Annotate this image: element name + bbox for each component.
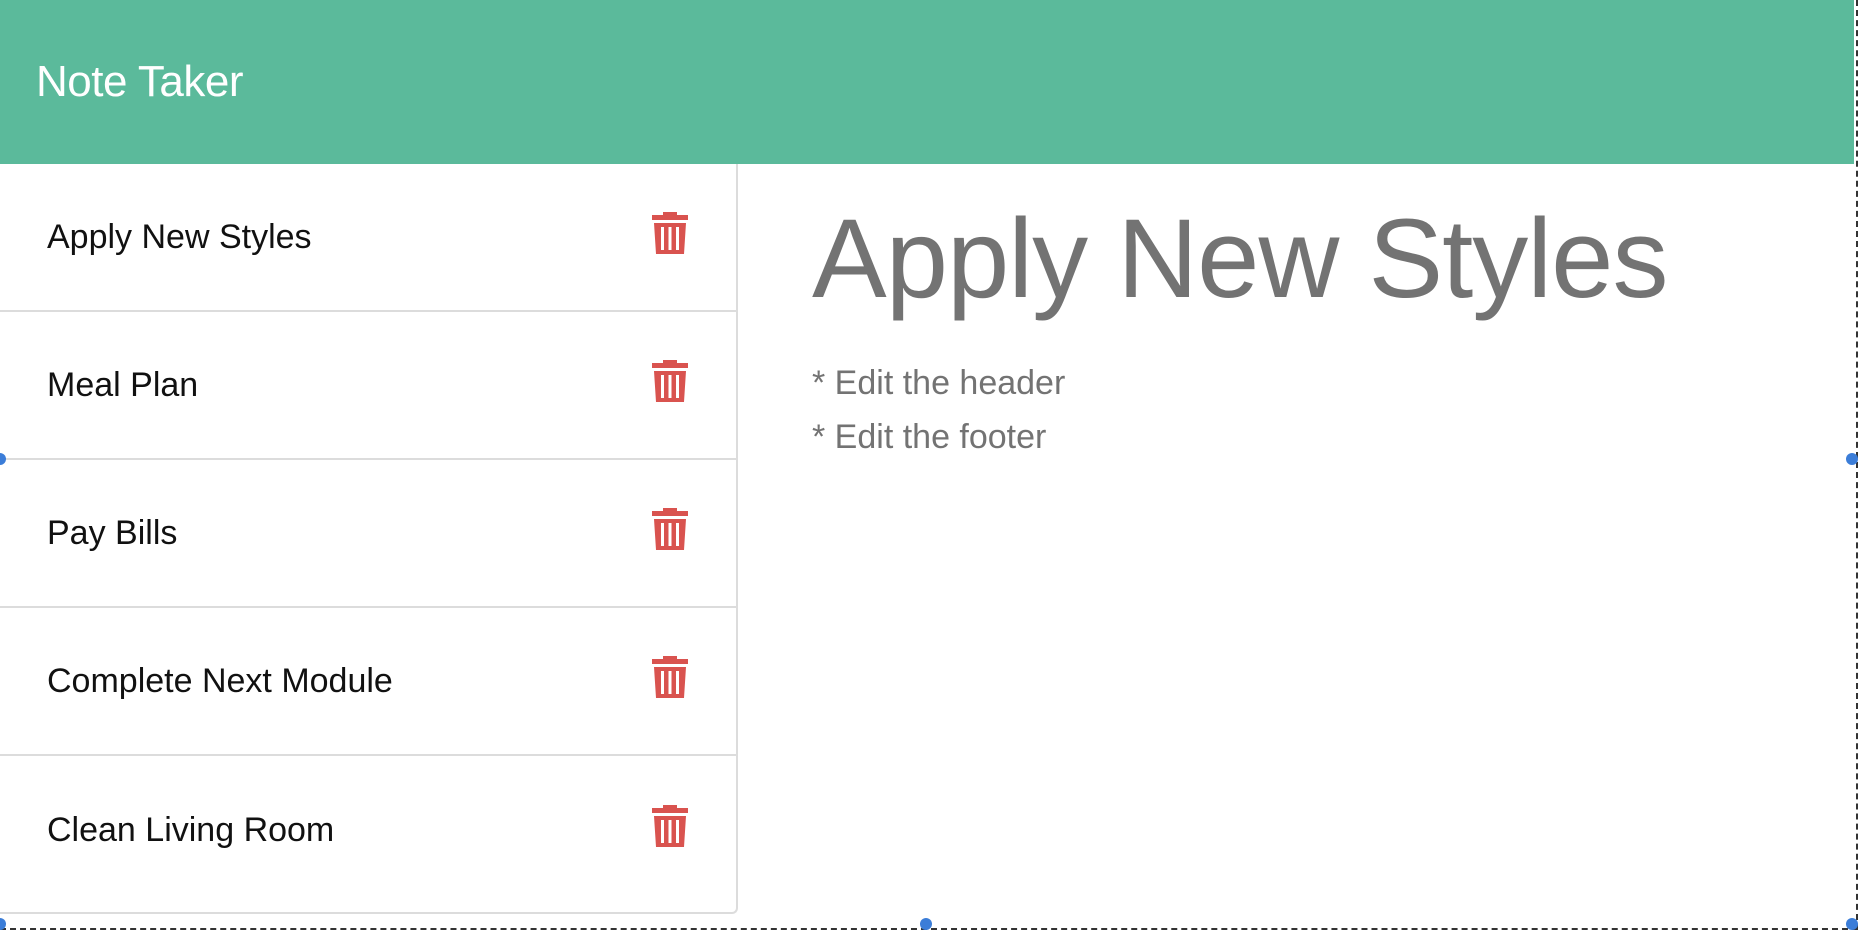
note-list-panel: Apply New Styles Meal Plan Pay Bills Com…: [0, 164, 738, 914]
note-list: Apply New Styles Meal Plan Pay Bills Com…: [0, 164, 736, 904]
app-title[interactable]: Note Taker: [36, 60, 243, 104]
note-list-title: Apply New Styles: [47, 217, 312, 256]
resize-handle[interactable]: [1846, 453, 1858, 465]
trash-icon[interactable]: [650, 210, 690, 256]
note-list-title: Clean Living Room: [47, 810, 335, 849]
trash-icon[interactable]: [650, 506, 690, 552]
resize-handle[interactable]: [920, 918, 932, 930]
note-list-title: Complete Next Module: [47, 661, 393, 700]
note-list-title: Pay Bills: [47, 513, 178, 552]
trash-icon[interactable]: [650, 654, 690, 700]
note-text-line: * Edit the footer: [812, 417, 1047, 456]
list-item[interactable]: Apply New Styles: [0, 164, 736, 312]
resize-handle[interactable]: [1846, 918, 1858, 930]
note-text-field[interactable]: * Edit the header * Edit the footer: [812, 356, 1850, 464]
note-title-field[interactable]: Apply New Styles: [812, 200, 1850, 318]
navbar: Note Taker: [0, 0, 1854, 164]
list-item[interactable]: Pay Bills: [0, 460, 736, 608]
note-text-line: * Edit the header: [812, 363, 1066, 402]
trash-icon[interactable]: [650, 358, 690, 404]
list-item[interactable]: Complete Next Module: [0, 608, 736, 756]
resize-handle[interactable]: [0, 918, 6, 930]
note-editor: Apply New Styles * Edit the header * Edi…: [740, 164, 1850, 924]
trash-icon[interactable]: [650, 803, 690, 849]
app-page: Note Taker Apply New Styles Meal Plan Pa…: [0, 0, 1858, 930]
note-list-title: Meal Plan: [47, 365, 199, 404]
list-item[interactable]: Meal Plan: [0, 312, 736, 460]
list-item[interactable]: Clean Living Room: [0, 756, 736, 904]
